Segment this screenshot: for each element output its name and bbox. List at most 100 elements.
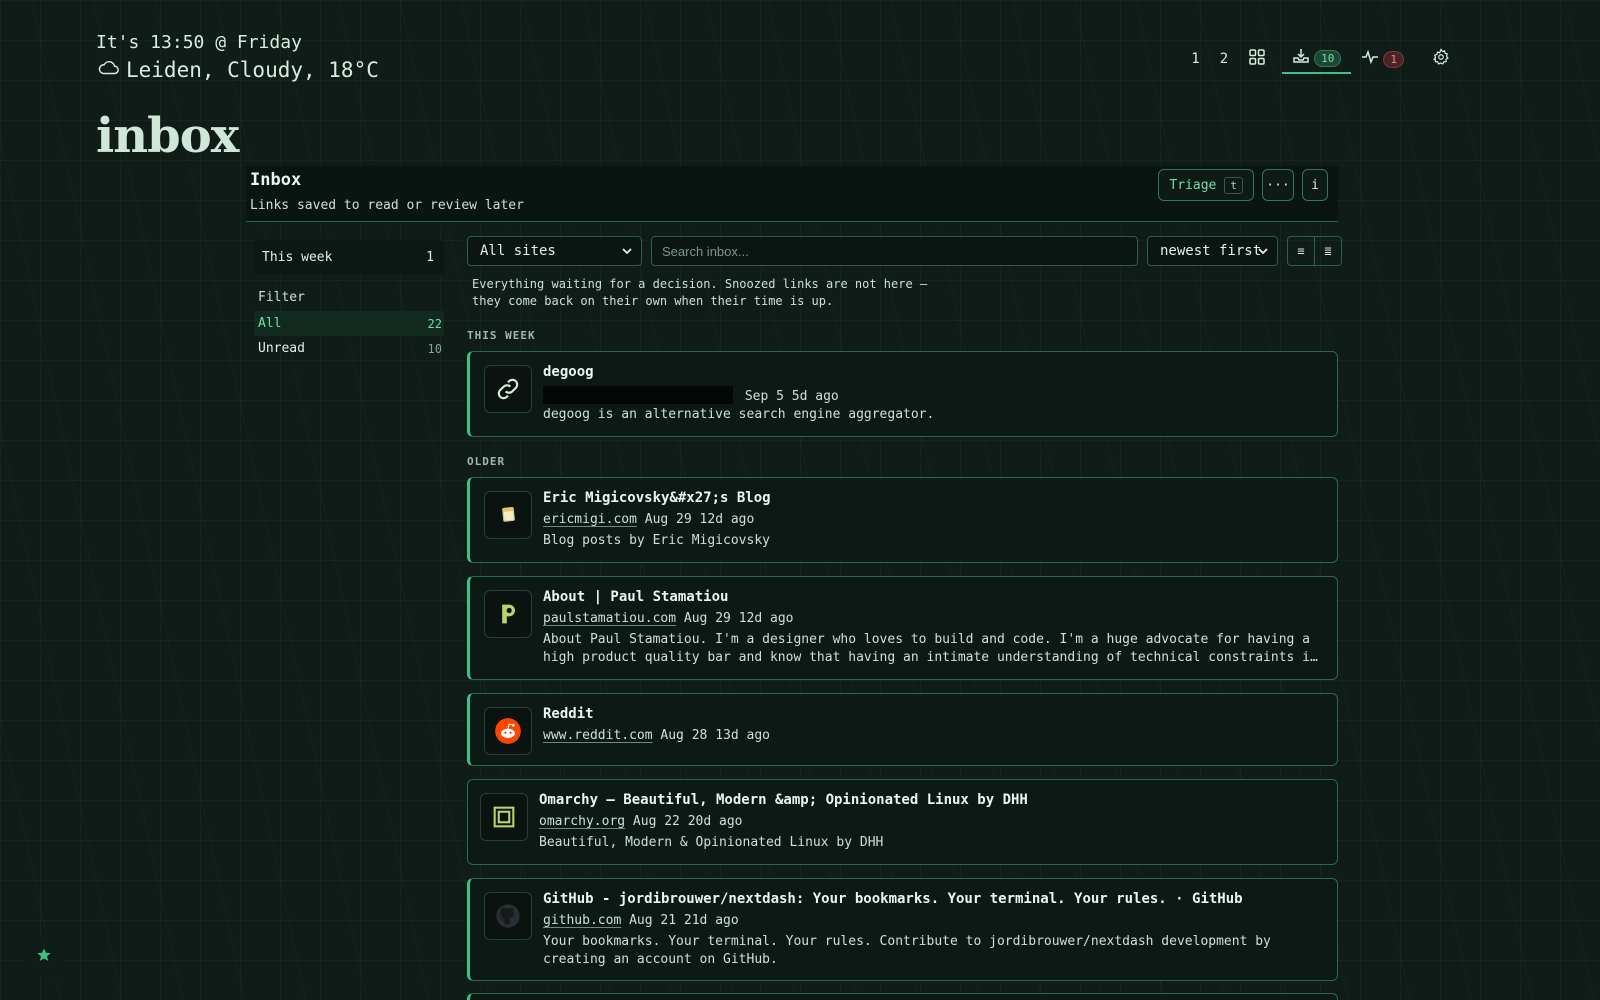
toolbar: All sites newest first ≡ ≣ [467,236,1342,266]
item-meta: www.reddit.com Aug 28 13d ago [543,728,770,743]
clock-text: It's 13:50 @ Friday [96,32,302,53]
chevron-down-icon [621,243,633,259]
triage-button[interactable]: Triage t [1158,169,1254,201]
item-title[interactable]: Reddit [543,706,594,722]
panel-header: Inbox Links saved to read or review late… [246,166,1338,222]
filter-all-label: All [258,316,282,331]
item-title[interactable]: About | Paul Stamatiou [543,589,728,605]
list-view-button[interactable]: ≡ [1288,237,1315,265]
inbox-item[interactable]: degoog Sep 5 5d ago degoog is an alterna… [467,351,1338,437]
item-meta: ericmigi.com Aug 29 12d ago [543,512,754,527]
compact-view-button[interactable]: ≣ [1315,237,1341,265]
inbox-description: Everything waiting for a decision. Snooz… [472,277,928,308]
item-date: Aug 29 [683,611,731,626]
item-meta: omarchy.org Aug 22 20d ago [539,814,743,829]
item-domain-link[interactable]: www.reddit.com [543,728,653,743]
view-toggle: ≡ ≣ [1287,236,1342,266]
page-title: inbox [96,108,239,164]
inbox-item[interactable]: Omarchy — Beautiful, Modern &amp; Opinio… [467,779,1338,865]
nav-inbox[interactable]: 10 [1282,44,1352,74]
item-age: 12d ago [699,512,755,527]
item-domain-link[interactable]: omarchy.org [539,814,625,829]
weather-text: Leiden, Cloudy, 18°C [126,58,379,82]
triage-shortcut: t [1224,176,1243,194]
filter-unread-label: Unread [258,341,305,356]
settings-button[interactable] [1422,44,1460,74]
sites-select[interactable]: All sites [467,236,642,266]
sort-select-value: newest first [1160,243,1262,259]
item-description: degoog is an alternative search engine a… [543,407,935,422]
sort-select[interactable]: newest first [1147,236,1278,266]
item-date: Sep 5 [744,389,784,404]
inbox-item-partial[interactable] [467,993,1338,1000]
top-nav: 1 2 10 1 [1181,44,1460,74]
inbox-panel: Inbox Links saved to read or review late… [246,166,1338,222]
more-button[interactable]: ··· [1262,169,1294,201]
item-domain-link[interactable]: ericmigi.com [543,512,637,527]
item-title[interactable]: Eric Migicovsky&#x27;s Blog [543,490,771,506]
sites-select-value: All sites [480,243,556,259]
filter-unread[interactable]: Unread 10 [254,336,444,361]
weather-line: Leiden, Cloudy, 18°C [98,58,379,82]
chevron-down-icon [1257,243,1269,259]
filter-all-count: 22 [427,316,442,331]
inbox-count-badge: 10 [1314,49,1342,67]
search-input[interactable] [651,236,1138,266]
item-title[interactable]: degoog [543,364,594,380]
github-icon [484,892,532,940]
nav-tab-1[interactable]: 1 [1181,44,1209,74]
inbox-item[interactable]: About | Paul Stamatiou paulstamatiou.com… [467,576,1338,680]
section-this-week: THIS WEEK [467,329,536,342]
item-description: Beautiful, Modern & Opinionated Linux by… [539,835,884,850]
item-age: 12d ago [738,611,794,626]
activity-pulse-icon [1361,48,1379,70]
item-title[interactable]: Omarchy — Beautiful, Modern &amp; Opinio… [539,792,1028,808]
sidebar-this-week[interactable]: This week 1 [254,240,444,274]
item-title[interactable]: GitHub - jordibrouwer/nextdash: Your boo… [543,891,1243,907]
item-meta: Sep 5 5d ago [543,386,839,404]
triage-label: Triage [1169,177,1217,193]
item-date: Aug 21 [629,913,677,928]
activity-count-badge: 1 [1383,50,1404,68]
redacted-domain [543,386,733,404]
reddit-icon [484,707,532,755]
sidebar-week-label: This week [262,249,333,265]
item-domain-link[interactable]: paulstamatiou.com [543,611,676,626]
item-meta: github.com Aug 21 21d ago [543,913,739,928]
inbox-item[interactable]: Eric Migicovsky&#x27;s Blog ericmigi.com… [467,477,1338,563]
note-icon [484,491,532,539]
inbox-item[interactable]: GitHub - jordibrouwer/nextdash: Your boo… [467,878,1338,981]
omarchy-icon [480,793,528,841]
nav-tab-2[interactable]: 2 [1210,44,1238,74]
item-meta: paulstamatiou.com Aug 29 12d ago [543,611,793,626]
item-description: Blog posts by Eric Migicovsky [543,533,770,548]
item-description: About Paul Stamatiou. I'm a designer who… [543,632,1318,665]
nav-activity[interactable]: 1 [1351,44,1414,74]
grid-icon [1248,48,1266,70]
sidebar-week-count: 1 [426,249,434,265]
item-age: 21d ago [683,913,739,928]
star-icon [36,947,52,967]
item-age: 5d ago [791,389,839,404]
favorites-button[interactable] [22,938,66,976]
filter-all[interactable]: All 22 [254,311,444,336]
item-domain-link[interactable]: github.com [543,913,621,928]
info-button[interactable]: i [1302,169,1328,201]
filter-unread-count: 10 [427,341,442,356]
gear-icon [1432,48,1450,70]
p-logo-icon [484,590,532,638]
inbox-tray-icon [1292,47,1310,69]
nav-grid[interactable] [1238,44,1276,74]
item-date: Aug 28 [660,728,708,743]
filter-heading: Filter [258,290,305,305]
link-icon [484,365,532,413]
inbox-item[interactable]: Reddit www.reddit.com Aug 28 13d ago [467,693,1338,766]
item-age: 20d ago [687,814,743,829]
item-age: 13d ago [715,728,770,743]
sidebar: This week 1 Filter All 22 Unread 10 [254,240,444,361]
item-date: Aug 29 [644,512,692,527]
item-date: Aug 22 [632,814,680,829]
item-description: Your bookmarks. Your terminal. Your rule… [543,934,1271,967]
cloud-icon [98,58,120,82]
section-older: OLDER [467,455,506,468]
